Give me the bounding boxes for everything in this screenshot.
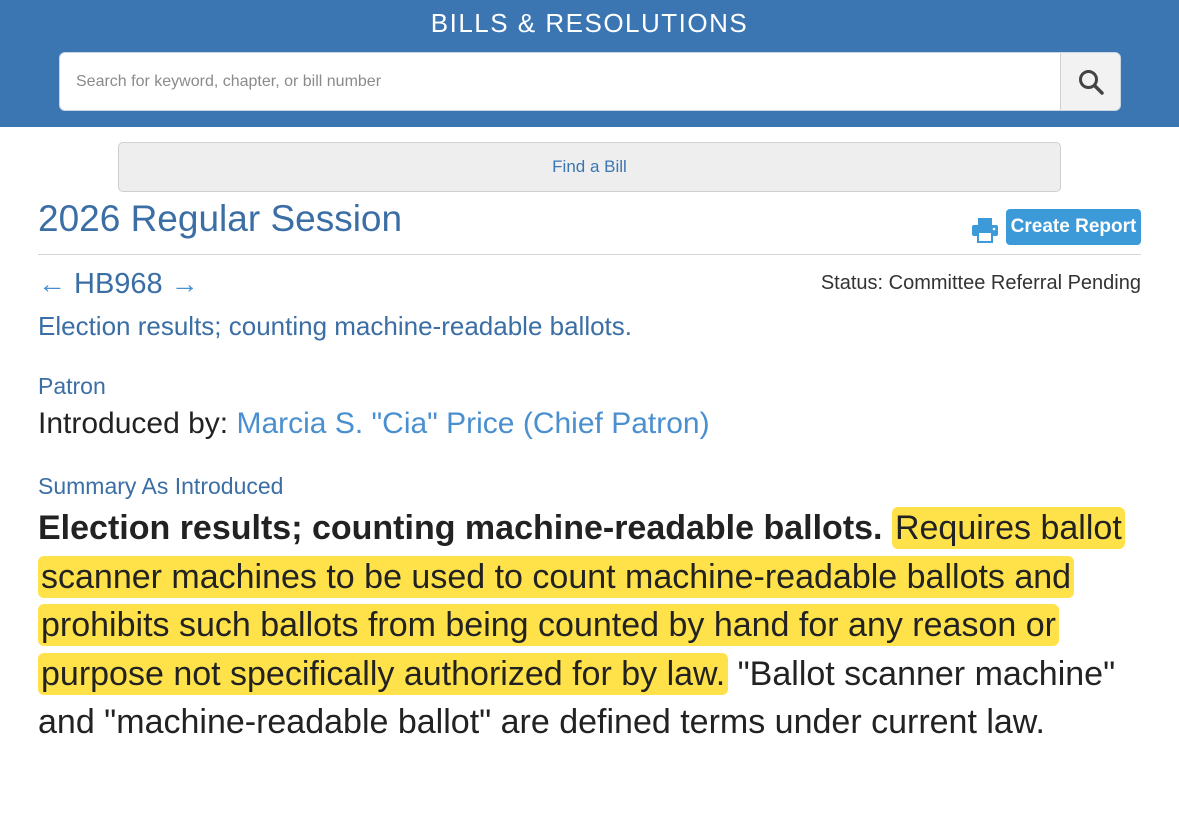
bill-navigation: ← HB968 → [38,266,199,302]
summary-label: Summary As Introduced [38,473,284,499]
bill-title: Election results; counting machine-reada… [38,311,633,341]
divider [38,254,1141,255]
page-header-title: BILLS & RESOLUTIONS [430,8,749,38]
arrow-left-icon[interactable]: ← [38,268,66,300]
bill-number: HB968 [74,267,163,300]
bill-status: Status: Committee Referral Pending [820,272,1141,294]
introduced-prefix: Introduced by: [38,407,229,440]
summary-text: Election results; counting machine-reada… [38,504,1138,747]
find-a-bill-button[interactable]: Find a Bill [118,142,1061,192]
arrow-right-icon[interactable]: → [171,268,199,300]
search-icon [1078,69,1104,95]
search-box [59,52,1121,111]
create-report-button[interactable]: Create Report [1006,209,1141,245]
search-button[interactable] [1060,53,1120,110]
session-title: 2026 Regular Session [38,198,403,239]
search-input[interactable] [60,53,1062,110]
summary-bold-lead: Election results; counting machine-reada… [38,509,883,547]
patron-label: Patron [38,373,106,399]
introduced-by: Introduced by: Marcia S. "Cia" Price (Ch… [38,407,710,441]
printer-icon[interactable] [971,217,999,243]
chief-patron-link[interactable]: Marcia S. "Cia" Price (Chief Patron) [236,407,709,440]
header-band: BILLS & RESOLUTIONS [0,0,1179,127]
